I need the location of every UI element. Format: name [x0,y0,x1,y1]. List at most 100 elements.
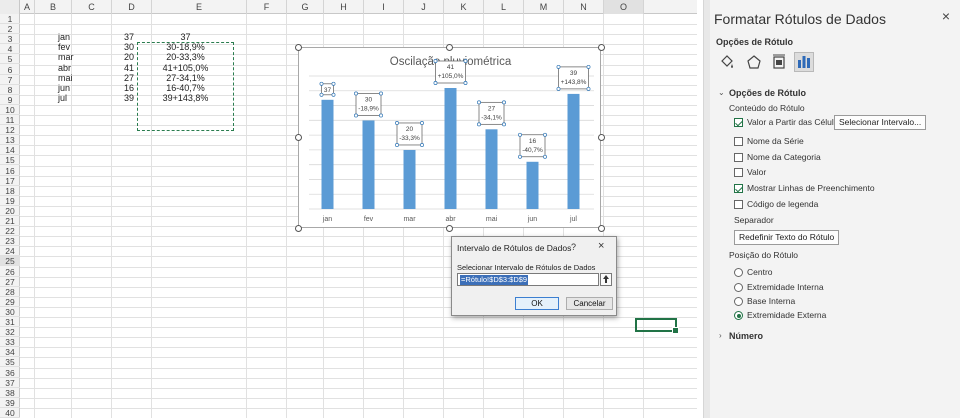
data-label-handle[interactable] [502,100,506,105]
column-header-e[interactable]: E [152,0,247,14]
row-header-33[interactable]: 33 [0,337,20,348]
spreadsheet-grid[interactable]: ABCDEFGHIJKLMNO 1 2 3 4 5 6 7 8 9 10 11 12 13 14 15 16 1… [0,0,697,418]
column-header-n[interactable]: N [564,0,604,14]
cell-label[interactable]: 37 [138,32,233,42]
data-label-handle[interactable] [354,91,358,96]
dialog-help-button[interactable]: ? [571,242,576,252]
cell-month[interactable]: mai [58,73,95,83]
data-label-handle[interactable] [379,91,383,96]
cell-month[interactable]: fev [58,42,95,52]
data-label-handle[interactable] [477,122,481,127]
row-header-25[interactable]: 25 [0,256,20,267]
row-header-14[interactable]: 14 [0,145,20,156]
chart-resize-handle[interactable] [446,224,453,232]
cell-month[interactable]: mar [58,52,95,62]
cell-value[interactable]: 16 [96,83,134,93]
chart-bar-mar[interactable] [403,149,416,209]
column-chart[interactable]: Oscilação pluviométrica jan 37 fev 30 -18,9%… [298,47,601,228]
column-header-b[interactable]: B [35,0,72,14]
column-header-j[interactable]: J [404,0,444,14]
reset-label-text-button[interactable]: Redefinir Texto do Rótulo [734,230,840,245]
column-header-h[interactable]: H [324,0,364,14]
chart-resize-handle[interactable] [294,224,302,232]
effects-icon[interactable] [744,52,764,72]
fill-line-icon[interactable] [717,52,737,72]
chart-plot-area[interactable]: jan 37 fev 30 -18,9% mar 20 -33,3% abr 41 +105,0% m… [299,48,602,229]
chart-bar-jun[interactable] [526,161,539,209]
radio-label[interactable]: Extremidade Interna [747,282,824,292]
cell-value[interactable]: 39 [96,93,134,103]
row-header-21[interactable]: 21 [0,216,20,227]
checkbox-label[interactable]: Valor [747,167,766,177]
row-header-28[interactable]: 28 [0,287,20,297]
row-header-38[interactable]: 38 [0,388,20,398]
checkbox-5[interactable] [734,200,743,209]
pane-close-icon[interactable]: × [942,8,950,24]
data-label-handle[interactable] [463,59,468,63]
radio-0[interactable] [734,268,743,277]
row-header-4[interactable]: 4 [0,44,20,55]
number-section[interactable]: Número [729,331,763,341]
row-header-32[interactable]: 32 [0,327,20,338]
row-header-6[interactable]: 6 [0,65,20,75]
row-header-11[interactable]: 11 [0,115,20,126]
column-header-d[interactable]: D [112,0,152,14]
chart-resize-handle[interactable] [597,43,605,51]
collapse-dialog-icon[interactable] [600,273,612,286]
data-label-handle[interactable] [395,121,399,125]
radio-label[interactable]: Extremidade Externa [747,310,826,320]
cell-value[interactable]: 20 [96,52,134,62]
column-header-m[interactable]: M [524,0,564,14]
checkbox-label[interactable]: Nome da Série [747,136,804,146]
active-cell[interactable] [635,318,679,334]
chart-bar-fev[interactable] [362,120,375,209]
row-header-10[interactable]: 10 [0,105,20,115]
column-header-l[interactable]: L [484,0,524,14]
checkbox-0[interactable] [734,118,743,127]
column-header-g[interactable]: G [287,0,324,14]
data-label-handle[interactable] [586,64,591,69]
row-header-7[interactable]: 7 [0,75,20,85]
row-header-9[interactable]: 9 [0,95,20,105]
column-header-a[interactable]: A [20,0,35,14]
radio-label[interactable]: Base Interna [747,296,795,306]
cell-month[interactable]: jun [58,83,95,93]
cell-value[interactable]: 37 [96,32,134,42]
chart-resize-handle[interactable] [597,224,605,232]
row-header-13[interactable]: 13 [0,135,20,146]
checkbox-3[interactable] [734,168,743,177]
checkbox-1[interactable] [734,137,743,146]
chevron-right-icon[interactable]: › [719,331,722,340]
chart-bar-mai[interactable] [485,129,498,209]
row-header-12[interactable]: 12 [0,125,20,136]
chart-bar-jul[interactable] [567,93,580,209]
select-range-button[interactable]: Selecionar Intervalo... [834,115,927,130]
chart-resize-handle[interactable] [597,134,605,141]
cell-value[interactable]: 30 [96,42,134,52]
cell-month[interactable]: abr [58,63,95,73]
row-header-19[interactable]: 19 [0,196,20,206]
data-label-handle[interactable] [331,81,336,86]
checkbox-label[interactable]: Código de legenda [747,199,818,209]
column-header-f[interactable]: F [247,0,287,14]
chevron-down-icon[interactable]: ⌄ [718,88,725,97]
range-input[interactable]: =Rótulo!$D$3:$D$9 [457,273,599,286]
checkbox-2[interactable] [734,153,743,162]
row-header-3[interactable]: 3 [0,34,20,45]
column-header-c[interactable]: C [72,0,112,14]
data-label-handle[interactable] [502,122,506,127]
select-all-corner[interactable] [0,0,20,14]
dialog-close-button[interactable]: × [598,240,604,252]
chart-resize-handle[interactable] [294,43,302,51]
label-options-icon[interactable] [794,52,814,72]
radio-label[interactable]: Centro [747,267,773,277]
data-label-handle[interactable] [477,100,481,105]
row-header-23[interactable]: 23 [0,236,20,247]
range-input-value[interactable]: =Rótulo!$D$3:$D$9 [460,275,529,285]
ok-button[interactable]: OK [515,297,559,310]
checkbox-label[interactable]: Valor a Partir das Células [747,117,843,127]
row-header-17[interactable]: 17 [0,176,20,186]
row-header-35[interactable]: 35 [0,357,20,368]
row-header-40[interactable]: 40 [0,408,20,418]
row-header-31[interactable]: 31 [0,317,20,328]
